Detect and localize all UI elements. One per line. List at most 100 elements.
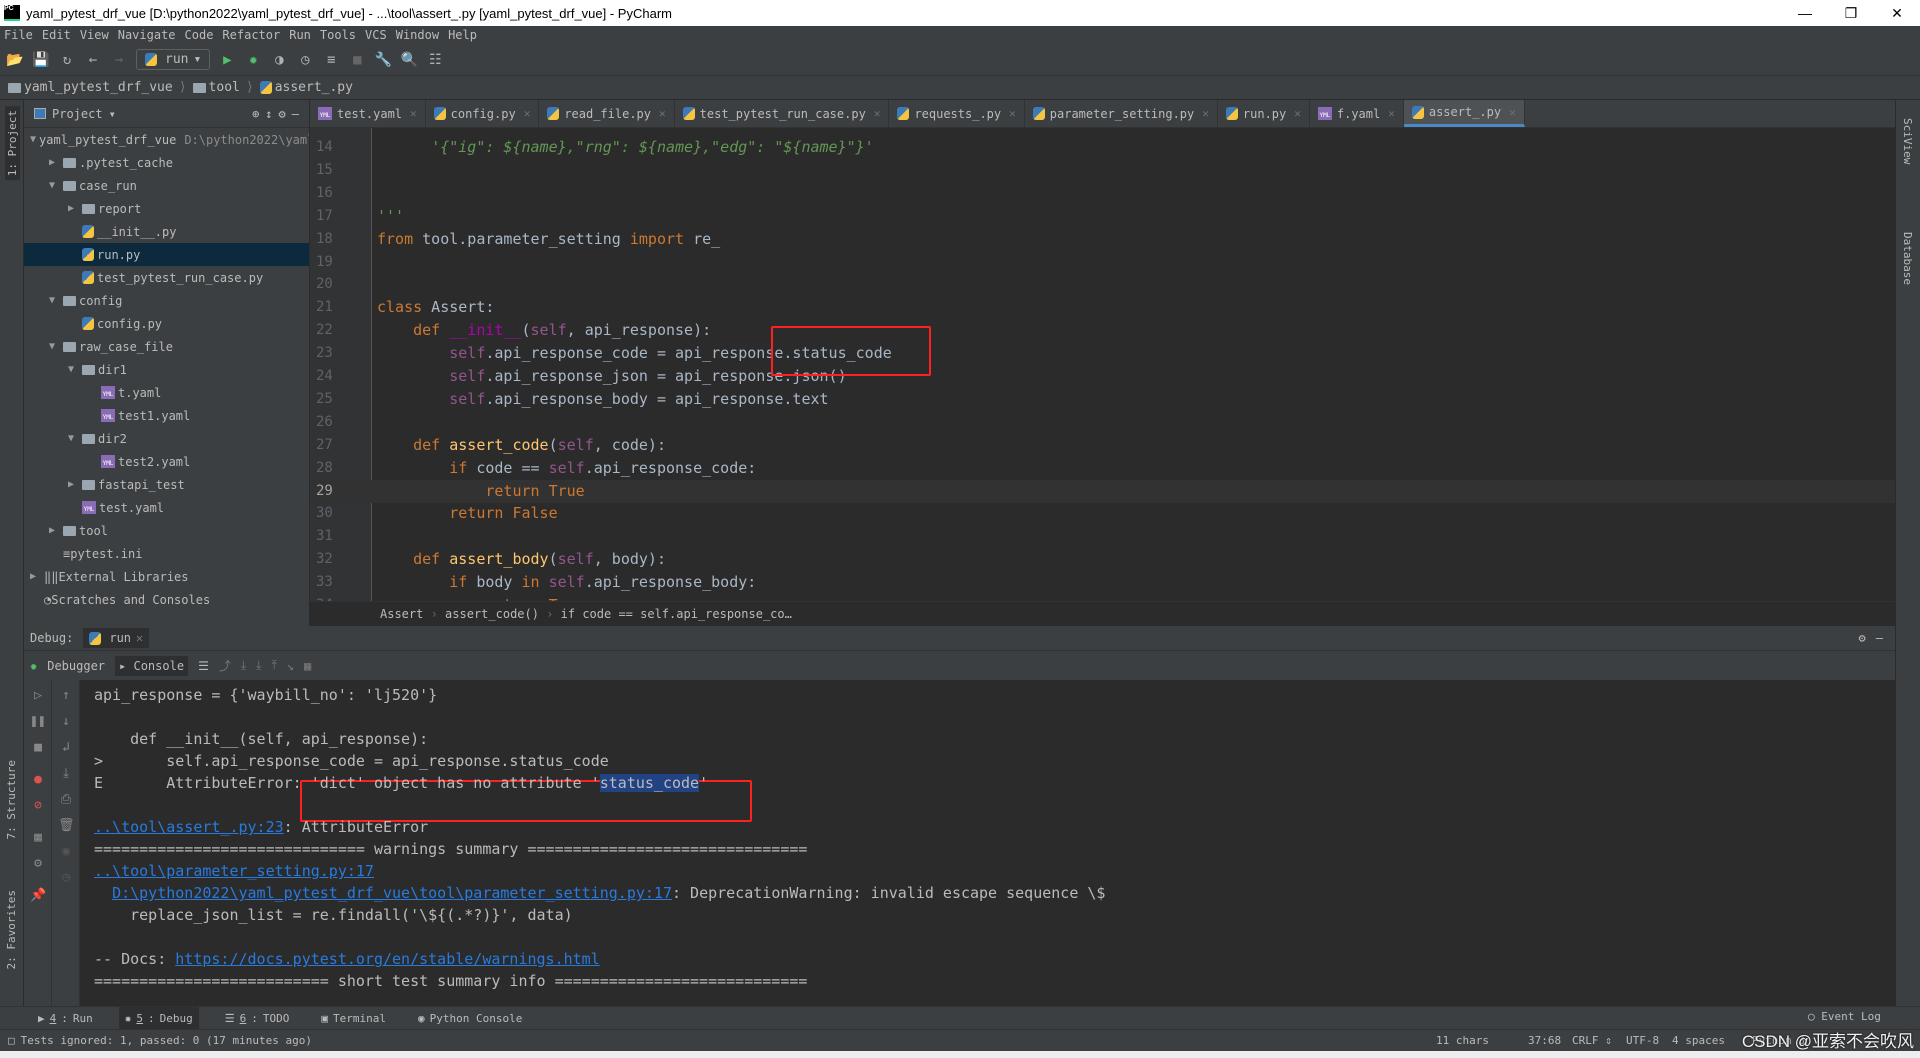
tree-item[interactable]: config.py bbox=[24, 312, 309, 335]
debugger-tab[interactable]: Debugger bbox=[47, 659, 105, 673]
crumb-method[interactable]: assert_code() bbox=[445, 607, 539, 621]
tree-item[interactable]: ▶ .pytest_cache bbox=[24, 151, 309, 174]
collapse-all-icon[interactable]: ↕ bbox=[265, 107, 272, 121]
scroll-to-end-icon[interactable]: ⤓ bbox=[58, 766, 74, 782]
sciview-tool-button[interactable]: SciView bbox=[1901, 118, 1914, 164]
menu-view[interactable]: View bbox=[80, 28, 109, 42]
tree-item[interactable]: ▼ raw_case_file bbox=[24, 335, 309, 358]
status-indent[interactable]: 4 spaces bbox=[1672, 1034, 1725, 1047]
python-console-icon[interactable]: ◉ bbox=[58, 844, 74, 860]
search-icon[interactable]: 🔍 bbox=[400, 51, 418, 69]
tree-item[interactable]: ◔ Scratches and Consoles bbox=[24, 588, 309, 611]
open-folder-icon[interactable]: 📂 bbox=[6, 51, 24, 69]
toggle-panels-icon[interactable]: □ bbox=[8, 1034, 15, 1047]
history-icon[interactable]: ◷ bbox=[58, 870, 74, 886]
menu-file[interactable]: File bbox=[4, 28, 33, 42]
sync-icon[interactable]: ↻ bbox=[58, 51, 76, 69]
bottom-tab-terminal[interactable]: ▣ Terminal bbox=[315, 1007, 392, 1030]
console-link[interactable]: ..\tool\parameter_setting.py:17 bbox=[94, 862, 374, 880]
tree-item[interactable]: ▼ dir1 bbox=[24, 358, 309, 381]
tab-config-py[interactable]: config.py ✕ bbox=[426, 100, 540, 127]
code-line[interactable]: 24 self.api_response_json = api_response… bbox=[310, 365, 1895, 388]
run-config-select[interactable]: run ▾ bbox=[136, 49, 211, 70]
console-link[interactable]: ..\tool\assert_.py:23 bbox=[94, 818, 284, 836]
breadcrumb-tool[interactable]: tool bbox=[192, 80, 240, 95]
code-line[interactable]: 19 bbox=[310, 251, 1895, 274]
expanded-arrow-icon[interactable]: ▼ bbox=[49, 180, 63, 191]
console-link[interactable]: https://docs.pytest.org/en/stable/warnin… bbox=[175, 950, 599, 968]
close-tab-icon[interactable]: ✕ bbox=[410, 107, 417, 120]
restore-button[interactable]: ❐ bbox=[1828, 0, 1874, 26]
tab-read-file-py[interactable]: read_file.py ✕ bbox=[539, 100, 675, 127]
breadcrumb-file[interactable]: assert_.py bbox=[259, 80, 353, 95]
code-line[interactable]: 21 class Assert: bbox=[310, 296, 1895, 319]
status-encoding[interactable]: UTF-8 bbox=[1626, 1034, 1659, 1047]
menu-run[interactable]: Run bbox=[289, 28, 311, 42]
resume-icon[interactable]: ▷ bbox=[30, 688, 46, 704]
tab-assert-py[interactable]: assert_.py ✕ bbox=[1403, 100, 1525, 127]
save-icon[interactable]: 💾 bbox=[32, 51, 50, 69]
collapsed-arrow-icon[interactable]: ▶ bbox=[49, 157, 63, 168]
close-icon[interactable]: ✕ bbox=[136, 631, 143, 645]
code-line[interactable]: 22 def __init__(self, api_response): bbox=[310, 319, 1895, 342]
code-line[interactable]: 32 def assert_body(self, body): bbox=[310, 548, 1895, 571]
structure-tool-button[interactable]: 7: Structure bbox=[5, 760, 18, 839]
tree-item[interactable]: run.py bbox=[24, 243, 309, 266]
code-line[interactable]: 15 bbox=[310, 159, 1895, 182]
menu-code[interactable]: Code bbox=[185, 28, 214, 42]
tree-item[interactable]: ▶ fastapi_test bbox=[24, 473, 309, 496]
settings-icon[interactable]: ⚙ bbox=[30, 856, 46, 872]
code-line[interactable]: 23 self.api_response_code = api_response… bbox=[310, 342, 1895, 365]
close-tab-icon[interactable]: ✕ bbox=[1294, 107, 1301, 120]
console-link[interactable]: D:\python2022\yaml_pytest_drf_vue\tool\p… bbox=[112, 884, 672, 902]
soft-wrap-icon[interactable]: ↲ bbox=[58, 740, 74, 756]
tree-item[interactable]: ▼ dir2 bbox=[24, 427, 309, 450]
view-breakpoints-icon[interactable]: ● bbox=[30, 772, 46, 788]
menu-edit[interactable]: Edit bbox=[42, 28, 71, 42]
close-tab-icon[interactable]: ✕ bbox=[874, 107, 881, 120]
crumb-statement[interactable]: if code == self.api_response_co… bbox=[561, 607, 792, 621]
tree-item[interactable]: ≡ pytest.ini bbox=[24, 542, 309, 565]
print-icon[interactable]: ⎙ bbox=[58, 792, 74, 808]
tree-item[interactable]: YML test1.yaml bbox=[24, 404, 309, 427]
tab-parameter-setting-py[interactable]: parameter_setting.py ✕ bbox=[1025, 100, 1218, 127]
code-line[interactable]: 27 def assert_code(self, code): bbox=[310, 434, 1895, 457]
database-tool-button[interactable]: Database bbox=[1901, 232, 1914, 285]
tree-item[interactable]: test_pytest_run_case.py bbox=[24, 266, 309, 289]
tab-test-yaml[interactable]: YML test.yaml ✕ bbox=[310, 100, 426, 127]
close-tab-icon[interactable]: ✕ bbox=[1202, 107, 1209, 120]
expanded-arrow-icon[interactable]: ▼ bbox=[49, 295, 63, 306]
close-tab-icon[interactable]: ✕ bbox=[524, 107, 531, 120]
step-into-icon[interactable]: ⤓ bbox=[241, 658, 246, 673]
step-over-icon[interactable]: ⤴ bbox=[219, 657, 231, 674]
step-into-my-code-icon[interactable]: ⤓ bbox=[256, 658, 261, 673]
tab-test-pytest-run-case-py[interactable]: test_pytest_run_case.py ✕ bbox=[675, 100, 890, 127]
hide-icon[interactable]: — bbox=[292, 107, 299, 121]
tree-item[interactable]: ▼yaml_pytest_drf_vue D:\python2022\yaml_p… bbox=[24, 128, 309, 151]
code-line[interactable]: 29 return True bbox=[310, 479, 1895, 503]
tree-item[interactable]: YML test2.yaml bbox=[24, 450, 309, 473]
code-line[interactable]: 17 ''' bbox=[310, 205, 1895, 228]
tree-item[interactable]: ▼ config bbox=[24, 289, 309, 312]
code-line[interactable]: 20 bbox=[310, 273, 1895, 296]
clear-icon[interactable]: 🗑 bbox=[58, 818, 75, 834]
chevron-down-icon[interactable]: ▾ bbox=[109, 107, 116, 121]
close-tab-icon[interactable]: ✕ bbox=[1009, 107, 1016, 120]
scroll-down-icon[interactable]: ↓ bbox=[58, 714, 74, 730]
code-line[interactable]: 26 bbox=[310, 411, 1895, 434]
tab-requests-py[interactable]: requests_.py ✕ bbox=[889, 100, 1025, 127]
run-to-cursor-icon[interactable]: ↘ bbox=[287, 659, 294, 673]
menu-icon[interactable]: ☰ bbox=[198, 659, 209, 673]
pause-icon[interactable]: ❚❚ bbox=[30, 714, 46, 730]
menu-help[interactable]: Help bbox=[448, 28, 477, 42]
bottom-tab-run[interactable]: ▶ 4: Run bbox=[32, 1007, 99, 1030]
wrench-icon[interactable]: 🔧 bbox=[374, 51, 392, 69]
code-line[interactable]: 28 if code == self.api_response_code: bbox=[310, 457, 1895, 480]
close-tab-icon[interactable]: ✕ bbox=[659, 107, 666, 120]
code-line[interactable]: 25 self.api_response_body = api_response… bbox=[310, 388, 1895, 411]
collapsed-arrow-icon[interactable]: ▶ bbox=[30, 571, 44, 582]
code-line[interactable]: 18 from tool.parameter_setting import re_ bbox=[310, 228, 1895, 251]
profile-icon[interactable]: ◷ bbox=[296, 51, 314, 69]
tree-item[interactable]: ▶ tool bbox=[24, 519, 309, 542]
expanded-arrow-icon[interactable]: ▼ bbox=[68, 433, 82, 444]
